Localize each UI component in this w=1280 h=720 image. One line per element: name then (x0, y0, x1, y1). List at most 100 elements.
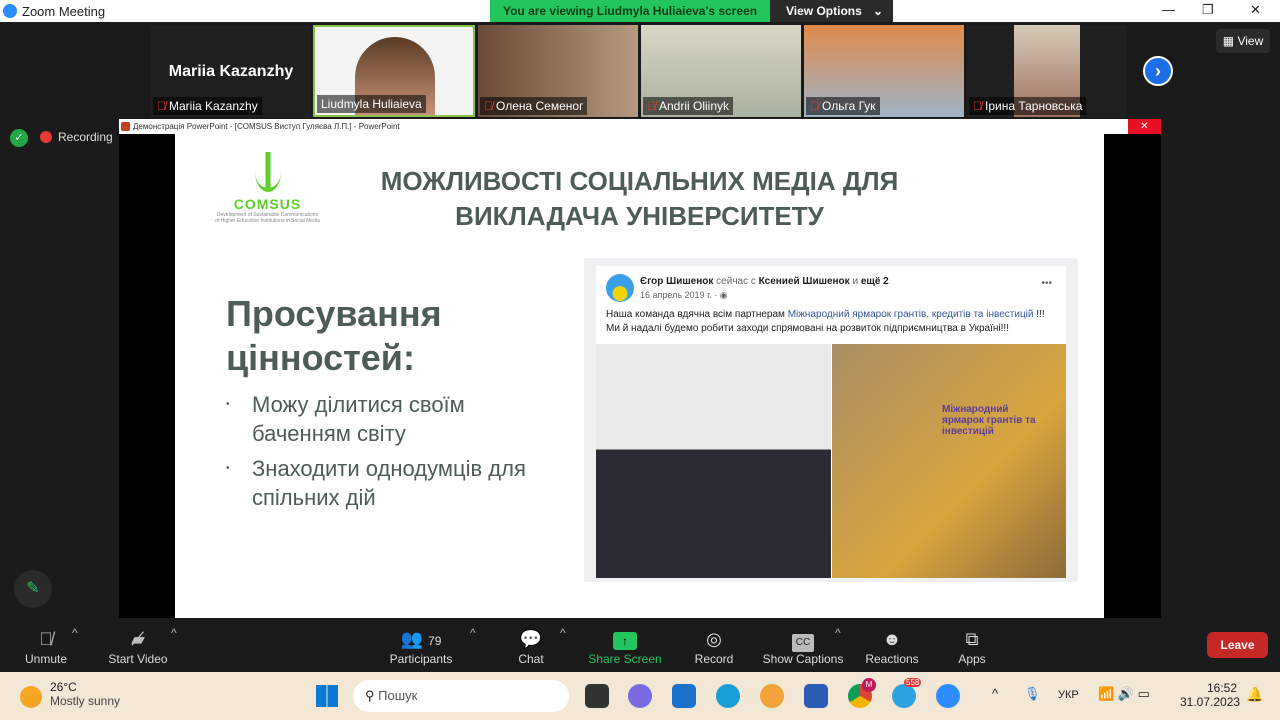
award-sign-text: Міжнародний ярмарок грантів та інвестиці… (942, 404, 1036, 437)
powerpoint-icon (121, 122, 130, 131)
slide-heading: Просування цінностей: (226, 292, 442, 380)
participant-tile[interactable]: 🎙̸ Ірина Тарновська (967, 25, 1127, 117)
start-button[interactable] (316, 685, 338, 707)
weather-widget[interactable]: 26°C Mostly sunny (20, 680, 120, 708)
vpn-app-icon[interactable] (760, 684, 784, 708)
record-dot-icon (40, 131, 52, 143)
participant-name: Andrii Oliinyk (659, 99, 730, 113)
temperature: 26°C (50, 680, 77, 694)
show-captions-button[interactable]: CC Show Captions (760, 626, 846, 666)
participant-tile[interactable]: 🎙̸ Andrii Oliinyk (641, 25, 801, 117)
mic-muted-icon: 🎙̸ (810, 99, 819, 113)
annotate-button[interactable]: ✎ (14, 570, 52, 608)
share-screen-button[interactable]: ↑ Share Screen (586, 626, 664, 666)
participants-count: 79 (428, 634, 442, 648)
telegram-unread-badge: 558 (904, 678, 922, 687)
view-options-button[interactable]: View Options ⌄ (770, 0, 893, 22)
chrome-icon[interactable]: M (848, 678, 876, 708)
bullet-item: • Знаходити однодумців для спільних дій (226, 456, 526, 510)
teams-chat-icon[interactable] (628, 684, 652, 708)
leave-button[interactable]: Leave (1207, 632, 1268, 658)
post-author[interactable]: Єгор Шишенок (640, 276, 713, 287)
post-text: Наша команда вдячна всім партнерам Міжна… (606, 309, 1045, 334)
tagged-person[interactable]: Ксенией Шишенок (759, 276, 850, 287)
post-date: 16 апрель 2019 г. · ◉ (640, 290, 728, 300)
search-box[interactable]: ⚲ Пошук (353, 680, 569, 712)
search-icon: ⚲ (365, 688, 375, 703)
zoom-icon[interactable] (936, 684, 960, 708)
ppt-title-bar: Демонстрація PowerPoint - [COMSUS Виступ… (119, 119, 1161, 134)
view-label: View (1237, 34, 1264, 48)
minimize-button[interactable]: — (1162, 2, 1175, 17)
participants-caret[interactable]: ^ (470, 626, 476, 640)
apps-button[interactable]: ⧉ Apps (950, 626, 994, 666)
audio-options-caret[interactable]: ^ (72, 626, 78, 640)
next-page-button[interactable]: › (1143, 56, 1173, 86)
recording-indicator[interactable]: Recording (40, 130, 113, 144)
bullet-text: Можу ділитися своїм баченням світу (252, 392, 465, 446)
close-button[interactable]: ✕ (1250, 2, 1261, 18)
mic-muted-icon: 🎙̸ (39, 629, 53, 649)
reactions-icon: ☻ (882, 629, 902, 649)
microphone-icon[interactable]: 🎙 (1024, 686, 1041, 702)
captions-icon: CC (791, 634, 815, 652)
taskbar: 26°C Mostly sunny ⚲ Пошук M 558 ^ 🎙 УКР … (0, 672, 1280, 720)
post-link[interactable]: Міжнародний ярмарок грантів, кредитів та… (788, 309, 1034, 320)
clock[interactable]: 16:52 31.07.2023 (1180, 681, 1241, 709)
store-icon[interactable] (804, 684, 828, 708)
participant-name: Ірина Тарновська (985, 99, 1083, 113)
participant-tile[interactable]: 🎙̸ Ольга Гук (804, 25, 964, 117)
participant-name: Liudmyla Huliaieva (321, 97, 422, 111)
participant-tile-active[interactable]: Liudmyla Huliaieva (313, 25, 475, 117)
search-placeholder: Пошук (378, 688, 418, 703)
video-options-caret[interactable]: ^ (171, 626, 177, 640)
show-hidden-icons-button[interactable]: ^ (992, 686, 998, 701)
unmute-button[interactable]: 🎙̸ Unmute (18, 626, 74, 666)
more-options-icon[interactable]: ••• (1041, 278, 1052, 289)
time: 16:52 (1206, 681, 1237, 695)
apps-icon: ⧉ (965, 629, 979, 649)
slide: COMSUS Development of Sustainable Commun… (175, 134, 1104, 618)
record-icon: ◎ (706, 629, 722, 649)
chat-button[interactable]: 💬 Chat (511, 626, 551, 666)
zoom-logo-icon (3, 4, 17, 18)
start-video-button[interactable]: ▰̸ Start Video (104, 626, 172, 666)
record-button[interactable]: ◎ Record (690, 626, 738, 666)
battery-icon: ▭ (1137, 686, 1150, 701)
recording-label: Recording (58, 130, 113, 144)
notifications-icon[interactable]: 🔔 (1246, 686, 1263, 703)
captions-caret[interactable]: ^ (835, 626, 841, 640)
facebook-post-screenshot: Єгор Шишенок сейчас с Ксенией Шишенок и … (584, 258, 1078, 582)
mail-icon[interactable] (672, 684, 696, 708)
telegram-icon[interactable]: 558 (892, 678, 922, 708)
chat-caret[interactable]: ^ (560, 626, 566, 640)
heading-line1: Просування (226, 293, 442, 334)
view-options-label: View Options (786, 4, 862, 18)
tagged-others[interactable]: ещё 2 (861, 276, 889, 287)
participant-tile[interactable]: 🎙̸ Олена Семеног (478, 25, 638, 117)
bullet-item: • Можу ділитися своїм баченням світу (226, 392, 465, 446)
edge-icon[interactable] (716, 684, 740, 708)
author-avatar (606, 274, 634, 302)
participant-tile[interactable]: Mariia Kazanzhy 🎙̸ Mariia Kazanzhy (151, 25, 311, 117)
network-volume-battery[interactable]: 📶 🔊 ▭ (1098, 686, 1150, 702)
participants-button[interactable]: 👥 79 Participants (384, 626, 458, 666)
task-view-icon[interactable] (585, 684, 609, 708)
language-indicator[interactable]: УКР (1058, 689, 1079, 701)
chat-icon: 💬 (519, 629, 543, 649)
security-shield-icon[interactable]: ✓ (10, 129, 28, 147)
volume-icon: 🔊 (1117, 686, 1134, 701)
participant-name: Ольга Гук (822, 99, 876, 113)
weather-text: Mostly sunny (50, 694, 121, 708)
reactions-button[interactable]: ☻ Reactions (862, 626, 922, 666)
post-card: Єгор Шишенок сейчас с Ксенией Шишенок и … (596, 266, 1066, 578)
participant-name: Mariia Kazanzhy (169, 99, 258, 113)
slide-title-line1: МОЖЛИВОСТІ СОЦІАЛЬНИХ МЕДІА ДЛЯ (380, 166, 899, 196)
date: 31.07.2023 (1180, 695, 1241, 709)
mic-muted-icon: 🎙̸ (157, 99, 166, 113)
ppt-close-button[interactable]: ✕ (1128, 119, 1161, 134)
restore-button[interactable]: ❐ (1202, 2, 1214, 18)
view-button[interactable]: ▦ View (1216, 29, 1270, 53)
bullet-text: Знаходити однодумців для спільних дій (252, 456, 526, 510)
chrome-profile-badge: M (862, 678, 876, 692)
